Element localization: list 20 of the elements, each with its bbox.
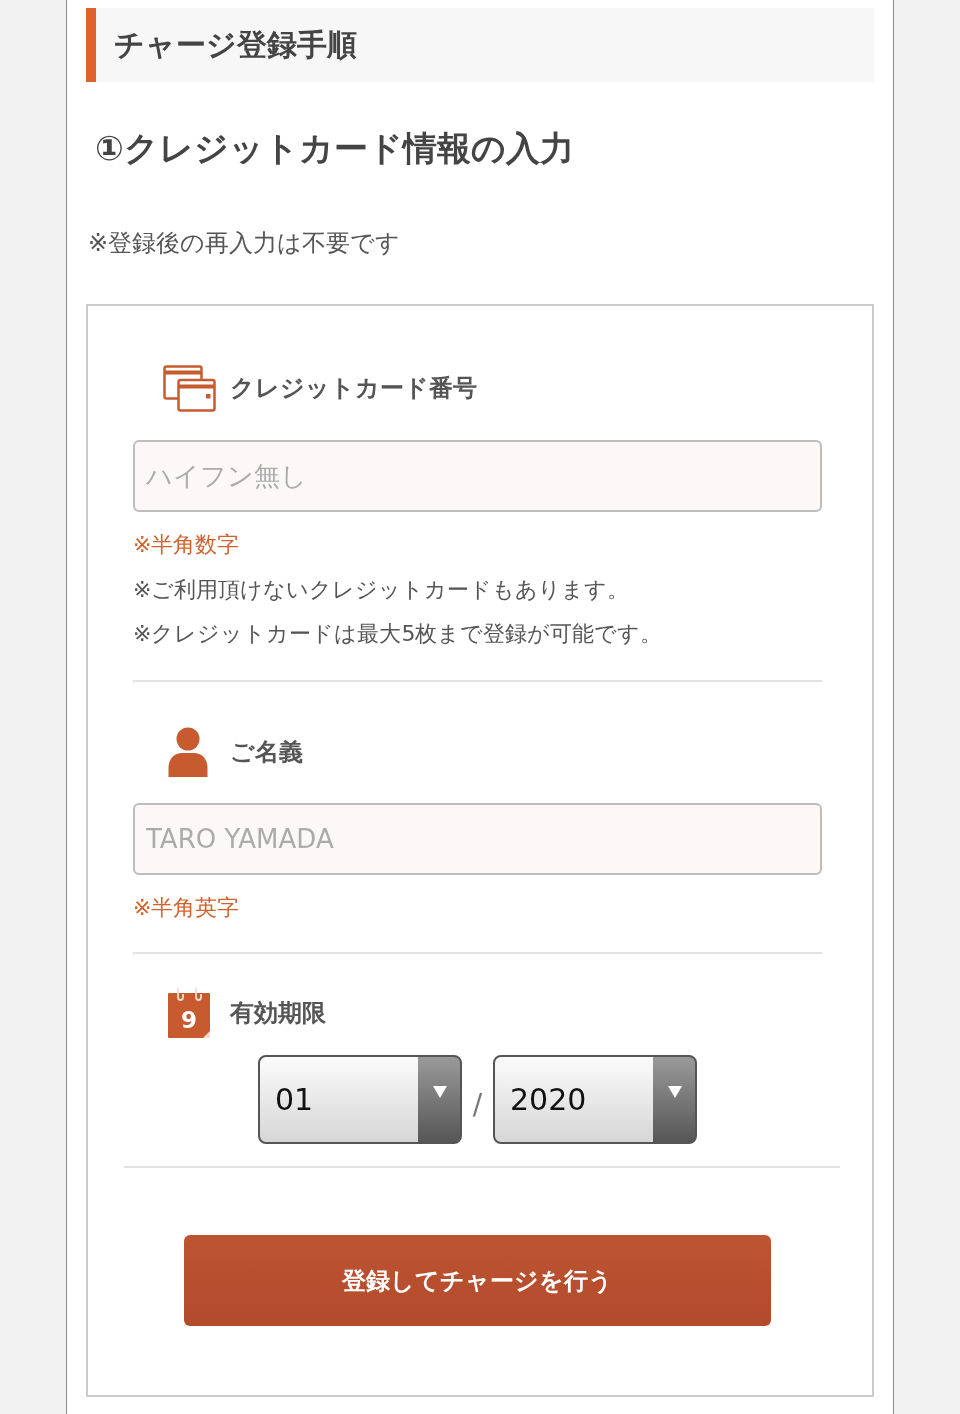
step-note: ※登録後の再入力は不要です — [88, 228, 401, 259]
note-text: ※半角英字 — [133, 893, 240, 922]
field-label: 有効期限 — [230, 998, 326, 1029]
step-title: ①クレジットカード情報の入力 — [95, 128, 574, 168]
date-separator: / — [471, 1086, 484, 1123]
field-label: ご名義 — [230, 736, 303, 768]
name-field[interactable]: TARO YAMADA — [133, 802, 822, 875]
year-select[interactable]: 2020 — [493, 1055, 697, 1144]
card-number-field[interactable]: ハイフン無し — [133, 440, 822, 512]
note-text: ※クレジットカードは最大5枚まで登録が可能です。 — [133, 620, 663, 648]
person-icon — [168, 726, 208, 777]
month-select[interactable]: 01 — [258, 1055, 462, 1144]
note-text: ※ご利用頂けないクレジットカードもあります。 — [133, 575, 630, 604]
page-title: チャージ登録手順 — [114, 26, 357, 64]
submit-button[interactable]: 登録してチャージを行う — [184, 1235, 771, 1326]
field-label: クレジットカード番号 — [230, 373, 477, 404]
caret-icon — [668, 1085, 682, 1098]
note-text: ※半角数字 — [133, 531, 240, 559]
credit-cards-icon — [163, 364, 216, 412]
caret-icon — [433, 1085, 447, 1098]
